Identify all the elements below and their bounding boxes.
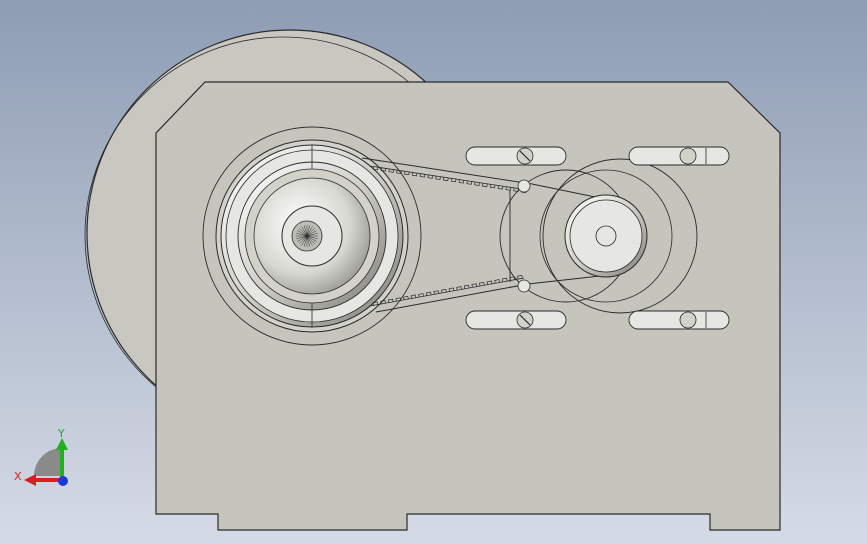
slot-bottom-left bbox=[465, 310, 567, 330]
idler-bolt-top bbox=[517, 179, 531, 193]
small-pulley[interactable] bbox=[564, 194, 648, 278]
idler-bolt-bottom bbox=[517, 279, 531, 293]
shaft-knurl bbox=[296, 225, 318, 247]
cad-scene[interactable]: Y X bbox=[0, 0, 867, 544]
y-axis-label: Y bbox=[57, 427, 65, 440]
slot-screw-bottom-right bbox=[679, 311, 697, 329]
slot-screw-top-right bbox=[679, 147, 697, 165]
x-axis-label: X bbox=[14, 470, 22, 483]
z-axis-dot bbox=[58, 476, 68, 486]
small-pulley-bore bbox=[595, 225, 617, 247]
slot-top-left bbox=[465, 146, 567, 166]
slot-bottom-right bbox=[628, 310, 730, 330]
slot-top-right bbox=[628, 146, 730, 166]
cad-viewport[interactable]: Y X bbox=[0, 0, 867, 544]
